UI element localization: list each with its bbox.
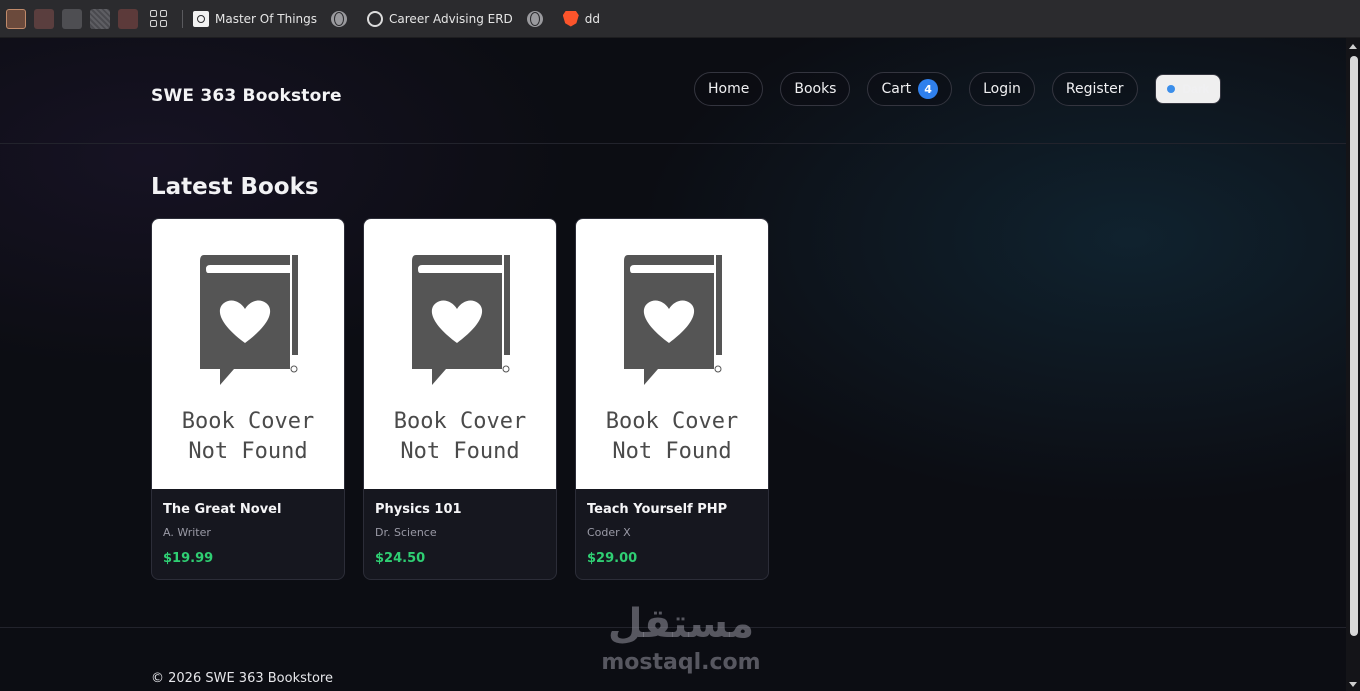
book-info: Physics 101 Dr. Science $24.50 [364,489,556,566]
bookmark-globe[interactable] [526,10,549,27]
tab-group-tile[interactable] [62,8,82,29]
globe-icon [331,10,348,27]
main-nav: Home Books Cart 4 Login Register Dark [694,72,1222,106]
book-heart-icon [412,255,510,385]
book-card[interactable]: Book Cover Not Found The Great Novel A. … [151,218,345,580]
bookmark-master-of-things[interactable]: Master Of Things [193,10,318,27]
bookmarks-bar: Master Of Things Career Advising ERD dd [0,0,1360,38]
brave-favicon [562,10,579,27]
cart-count-badge: 4 [918,79,939,99]
brand-logo[interactable]: SWE 363 Bookstore [151,86,342,106]
book-info: Teach Yourself PHP Coder X $29.00 [576,489,768,566]
globe-icon [526,10,543,27]
book-author: Dr. Science [375,526,437,539]
scroll-down-arrow-icon[interactable] [1349,682,1357,687]
book-price: $19.99 [163,551,214,566]
bookmark-dd[interactable]: dd [562,10,601,27]
book-author: A. Writer [163,526,211,539]
cover-placeholder-line2: Not Found [612,439,732,464]
book-cover-placeholder: Book Cover Not Found [152,219,344,489]
tab-group-tile[interactable] [90,8,110,29]
apps-grid-icon[interactable] [150,9,168,28]
book-heart-icon [200,255,298,385]
book-author: Coder X [587,526,631,539]
page-viewport: SWE 363 Bookstore Home Books Cart 4 Logi… [0,38,1346,691]
bookmarks-divider [182,9,183,28]
book-card[interactable]: Book Cover Not Found Teach Yourself PHP … [575,218,769,580]
mostaql-watermark: مستقل mostaql.com [596,598,766,676]
book-cover-placeholder: Book Cover Not Found [576,219,768,489]
book-cover-placeholder: Book Cover Not Found [364,219,556,489]
cover-placeholder-line2: Not Found [400,439,520,464]
theme-toggle-button[interactable]: Dark [1154,74,1222,104]
watermark-latin: mostaql.com [601,650,761,675]
scrollbar-thumb[interactable] [1350,56,1358,636]
cover-placeholder-line1: Book Cover [393,409,527,434]
bookmark-career-advising-erd[interactable]: Career Advising ERD [367,10,513,27]
cart-label: Cart [881,81,912,97]
book-title[interactable]: Physics 101 [375,502,545,517]
book-title[interactable]: The Great Novel [163,502,333,517]
bookmark-globe[interactable] [331,10,353,27]
book-price: $29.00 [587,551,638,566]
nav-home-link[interactable]: Home [694,72,764,106]
nav-register-link[interactable]: Register [1051,72,1138,106]
watermark-arabic: مستقل [607,601,755,647]
footer-copyright: © 2026 SWE 363 Bookstore [151,671,333,686]
nav-cart-link[interactable]: Cart 4 [867,72,953,106]
tab-group-tile[interactable] [34,8,54,29]
nav-books-link[interactable]: Books [780,72,851,106]
book-card[interactable]: Book Cover Not Found Physics 101 Dr. Sci… [363,218,557,580]
bookmark-label: dd [584,11,601,26]
book-info: The Great Novel A. Writer $19.99 [152,489,344,566]
cover-placeholder-line1: Book Cover [181,409,315,434]
theme-toggle-label: Dark [1182,82,1210,96]
scroll-up-arrow-icon[interactable] [1349,44,1357,49]
cover-placeholder-line2: Not Found [188,439,308,464]
cover-placeholder-line1: Book Cover [605,409,739,434]
book-heart-icon [624,255,722,385]
latest-books-heading: Latest Books [151,174,319,200]
site-header: SWE 363 Bookstore Home Books Cart 4 Logi… [0,38,1346,144]
book-grid: Book Cover Not Found The Great Novel A. … [151,218,787,580]
tab-group-tile[interactable] [118,8,138,29]
nav-login-link[interactable]: Login [969,72,1035,106]
master-of-things-favicon [193,10,209,27]
tab-group-tile[interactable] [6,8,26,29]
bookmark-label: Career Advising ERD [389,11,513,26]
page-scrollbar[interactable] [1346,38,1360,691]
book-title[interactable]: Teach Yourself PHP [587,502,757,517]
theme-indicator-dot [1166,85,1175,93]
book-price: $24.50 [375,551,426,566]
chatgpt-favicon [367,10,384,27]
bookmark-label: Master Of Things [215,11,318,26]
